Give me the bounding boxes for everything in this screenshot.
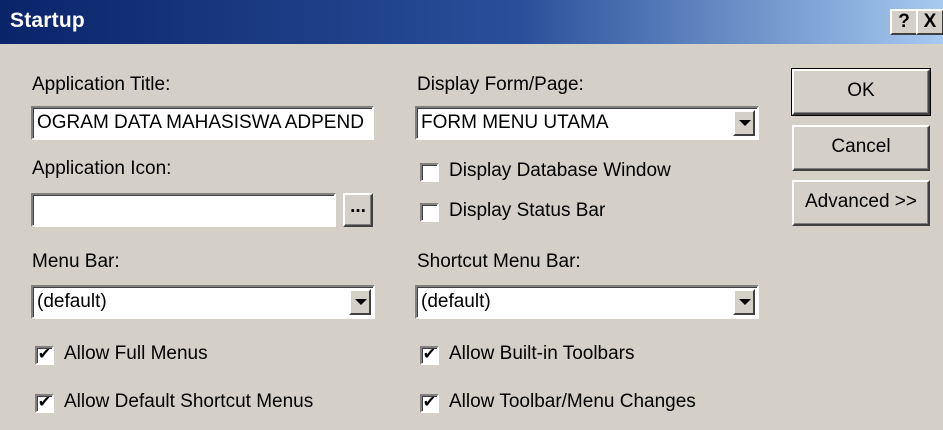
allow-default-shortcut-label: Allow Default Shortcut Menus (64, 391, 314, 412)
shortcut-menu-bar-select[interactable]: (default) (415, 285, 759, 319)
allow-default-shortcut-checkbox[interactable]: ✔ (35, 394, 54, 413)
close-button[interactable]: X (916, 9, 943, 35)
display-status-bar-label: Display Status Bar (449, 200, 606, 221)
cancel-button[interactable]: Cancel (792, 125, 930, 171)
allow-builtin-toolbars-checkbox[interactable]: ✔ (420, 346, 439, 365)
allow-toolbar-changes-label: Allow Toolbar/Menu Changes (449, 391, 696, 412)
shortcut-menu-bar-label: Shortcut Menu Bar: (417, 251, 581, 272)
display-form-value: FORM MENU UTAMA (421, 112, 609, 133)
allow-full-menus-label: Allow Full Menus (64, 343, 208, 364)
app-title-value: OGRAM DATA MAHASISWA ADPEND (37, 112, 364, 133)
app-icon-label: Application Icon: (32, 158, 172, 179)
menu-bar-value: (default) (37, 291, 107, 312)
title-bar: Startup ? X (0, 0, 943, 44)
display-db-window-checkbox[interactable] (420, 163, 439, 182)
display-form-label: Display Form/Page: (417, 74, 584, 95)
help-button[interactable]: ? (890, 9, 918, 35)
dialog-title: Startup (10, 9, 85, 32)
display-form-select[interactable]: FORM MENU UTAMA (415, 106, 759, 140)
menu-bar-label: Menu Bar: (32, 251, 120, 272)
chevron-down-icon[interactable] (733, 289, 755, 315)
display-db-window-label: Display Database Window (449, 160, 671, 181)
browse-icon-button[interactable]: ... (343, 193, 373, 227)
menu-bar-select[interactable]: (default) (31, 285, 375, 319)
ok-button[interactable]: OK (791, 68, 931, 116)
allow-builtin-toolbars-label: Allow Built-in Toolbars (449, 343, 635, 364)
allow-full-menus-checkbox[interactable]: ✔ (35, 346, 54, 365)
advanced-button[interactable]: Advanced >> (792, 180, 930, 226)
allow-toolbar-changes-checkbox[interactable]: ✔ (420, 394, 439, 413)
chevron-down-icon[interactable] (733, 110, 755, 136)
shortcut-menu-bar-value: (default) (421, 291, 491, 312)
startup-dialog: Startup ? X Application Title: OGRAM DAT… (0, 0, 943, 430)
app-title-label: Application Title: (32, 74, 171, 95)
app-title-input[interactable]: OGRAM DATA MAHASISWA ADPEND (31, 106, 374, 140)
chevron-down-icon[interactable] (349, 289, 371, 315)
app-icon-input[interactable] (31, 193, 336, 227)
display-status-bar-checkbox[interactable] (420, 203, 439, 222)
